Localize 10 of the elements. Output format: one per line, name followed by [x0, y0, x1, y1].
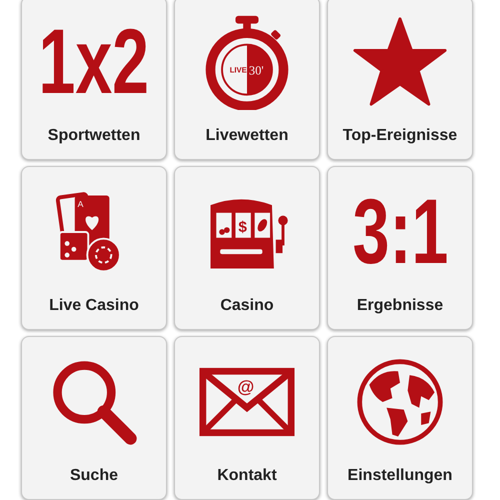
- menu-tile[interactable]: A Live Casino: [21, 166, 167, 330]
- menu-tile[interactable]: $ Casino: [174, 166, 320, 330]
- menu-tile[interactable]: Suche: [21, 336, 167, 500]
- menu-tile[interactable]: Einstellungen: [327, 336, 473, 500]
- menu-tile[interactable]: 3:1 Ergebnisse: [327, 166, 473, 330]
- score-text: 3:1: [352, 186, 448, 278]
- menu-tile[interactable]: @ Kontakt: [174, 336, 320, 500]
- menu-tile[interactable]: 1x2 Sportwetten: [21, 0, 167, 160]
- score-text: 1x2: [38, 16, 150, 108]
- menu-tile[interactable]: Top-Ereignisse: [327, 0, 473, 160]
